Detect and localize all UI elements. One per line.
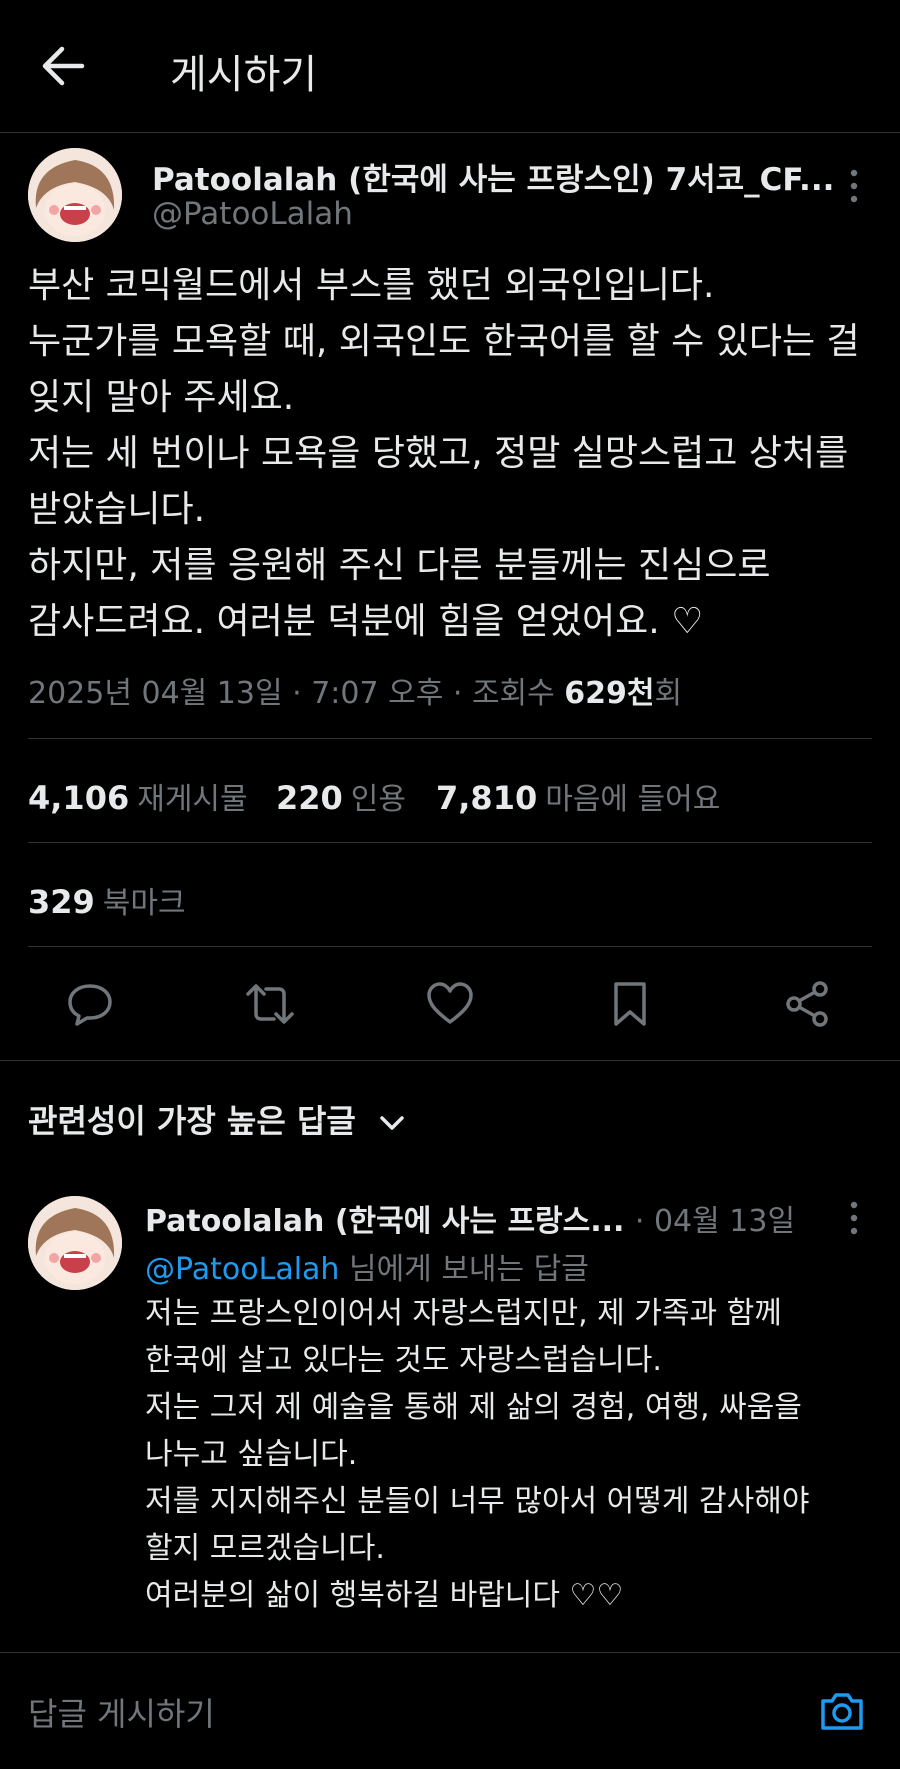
reply-icon xyxy=(68,984,112,1026)
reply-text-line: 저는 그저 제 예술을 통해 제 삶의 경험, 여행, 싸움을 xyxy=(145,1390,802,1425)
likes-count: 7,810 xyxy=(436,779,538,817)
author-handle[interactable]: @PatooLalah xyxy=(152,196,353,232)
divider xyxy=(28,946,872,947)
meta-separator: · xyxy=(452,676,472,711)
reply-button[interactable] xyxy=(64,978,116,1030)
reposts-label: 재게시물 xyxy=(137,782,248,817)
views-count: 629천 xyxy=(564,676,655,711)
reply-composer: 답글 게시하기 xyxy=(0,1652,900,1769)
more-vertical-icon xyxy=(850,169,858,203)
post-time[interactable]: 7:07 오후 xyxy=(311,676,443,711)
avatar-image xyxy=(28,1196,122,1290)
quotes-stat[interactable]: 220 인용 xyxy=(276,774,406,818)
bookmarks-count: 329 xyxy=(28,883,95,921)
repost-icon xyxy=(246,984,294,1024)
views-label: 조회수 xyxy=(471,676,555,711)
reply-text-line: 여러분의 삶이 행복하길 바랍니다 ♡♡ xyxy=(145,1578,624,1613)
share-icon xyxy=(786,981,828,1027)
post-text-line: 잊지 말아 주세요. xyxy=(28,377,295,418)
post-text-line: 하지만, 저를 응원해 주신 다른 분들께는 진심으로 xyxy=(28,545,771,586)
likes-stat[interactable]: 7,810 마음에 들어요 xyxy=(436,774,720,818)
post-text-line: 부산 코믹월드에서 부스를 했던 외국인입니다. xyxy=(28,265,715,306)
top-bar: 게시하기 xyxy=(0,0,900,133)
camera-button[interactable] xyxy=(818,1689,866,1733)
bookmarks-label: 북마크 xyxy=(102,886,186,921)
replying-to-handle[interactable]: @PatooLalah xyxy=(145,1252,339,1287)
post-text-line: 저는 세 번이나 모욕을 당했고, 정말 실망스럽고 상처를 xyxy=(28,433,849,474)
post-meta: 2025년 04월 13일 · 7:07 오후 · 조회수 629천회 xyxy=(28,668,682,712)
likes-label: 마음에 들어요 xyxy=(545,782,721,817)
quotes-count: 220 xyxy=(276,779,343,817)
divider xyxy=(0,1060,900,1061)
reply-author-name: Patoolalah (한국에 사는 프랑스... · 04월 13일 xyxy=(145,1196,795,1240)
back-button[interactable] xyxy=(40,44,90,88)
like-button[interactable] xyxy=(424,978,476,1030)
arrow-left-icon xyxy=(42,46,85,86)
reposts-stat[interactable]: 4,106 재게시물 xyxy=(28,774,248,818)
views-suffix: 회 xyxy=(654,676,683,711)
reply-text-line: 한국에 살고 있다는 것도 자랑스럽습니다. xyxy=(145,1343,662,1378)
reply-text: 저는 프랑스인이어서 자랑스럽지만, 제 가족과 함께 한국에 살고 있다는 것… xyxy=(145,1290,865,1619)
avatar-image xyxy=(28,148,122,242)
post-text-line: 누군가를 모욕할 때, 외국인도 한국어를 할 수 있다는 걸 xyxy=(28,321,860,362)
reposts-count: 4,106 xyxy=(28,779,130,817)
replying-to-suffix: 님에게 보내는 답글 xyxy=(348,1252,589,1287)
replies-sort-dropdown[interactable]: 관련성이 가장 높은 답글 xyxy=(28,1096,405,1142)
bookmark-button[interactable] xyxy=(604,978,656,1030)
like-icon xyxy=(427,982,473,1024)
reply-text-line: 저는 프랑스인이어서 자랑스럽지만, 제 가족과 함께 xyxy=(145,1296,782,1331)
reply-author-name-text[interactable]: Patoolalah (한국에 사는 프랑스... xyxy=(145,1204,624,1239)
meta-separator: · xyxy=(292,676,312,711)
post-more-button[interactable] xyxy=(844,166,864,206)
post-date[interactable]: 2025년 04월 13일 xyxy=(28,676,283,711)
reply-date[interactable]: · 04월 13일 xyxy=(635,1204,795,1239)
replies-sort-label: 관련성이 가장 높은 답글 xyxy=(28,1102,356,1140)
replying-to: @PatooLalah 님에게 보내는 답글 xyxy=(145,1244,589,1288)
divider xyxy=(28,842,872,843)
camera-icon xyxy=(821,1693,863,1730)
reply-text-line: 저를 지지해주신 분들이 너무 많아서 어떻게 감사해야 xyxy=(145,1484,810,1519)
bookmark-icon xyxy=(614,982,646,1026)
reply-text-line: 나누고 싶습니다. xyxy=(145,1437,358,1472)
more-vertical-icon xyxy=(850,1201,858,1235)
page-title: 게시하기 xyxy=(170,52,318,98)
author-name[interactable]: Patoolalah (한국에 사는 프랑스인) 7서코_CF... xyxy=(152,154,834,199)
post-text: 부산 코믹월드에서 부스를 했던 외국인입니다. 누군가를 모욕할 때, 외국인… xyxy=(28,258,878,650)
post-text-line: 받았습니다. xyxy=(28,489,206,530)
author-avatar[interactable] xyxy=(28,148,122,242)
reply-input[interactable]: 답글 게시하기 xyxy=(28,1689,215,1735)
divider xyxy=(28,738,872,739)
reply-more-button[interactable] xyxy=(844,1198,864,1238)
repost-button[interactable] xyxy=(244,978,296,1030)
chevron-down-icon xyxy=(380,1116,404,1130)
reply-text-line: 할지 모르겠습니다. xyxy=(145,1531,385,1566)
post-text-line: 감사드려요. 여러분 덕분에 힘을 얻었어요. ♡ xyxy=(28,601,704,642)
quotes-label: 인용 xyxy=(350,782,406,817)
reply-author-avatar[interactable] xyxy=(28,1196,122,1290)
bookmarks-stat[interactable]: 329 북마크 xyxy=(28,878,186,922)
share-button[interactable] xyxy=(782,978,834,1030)
